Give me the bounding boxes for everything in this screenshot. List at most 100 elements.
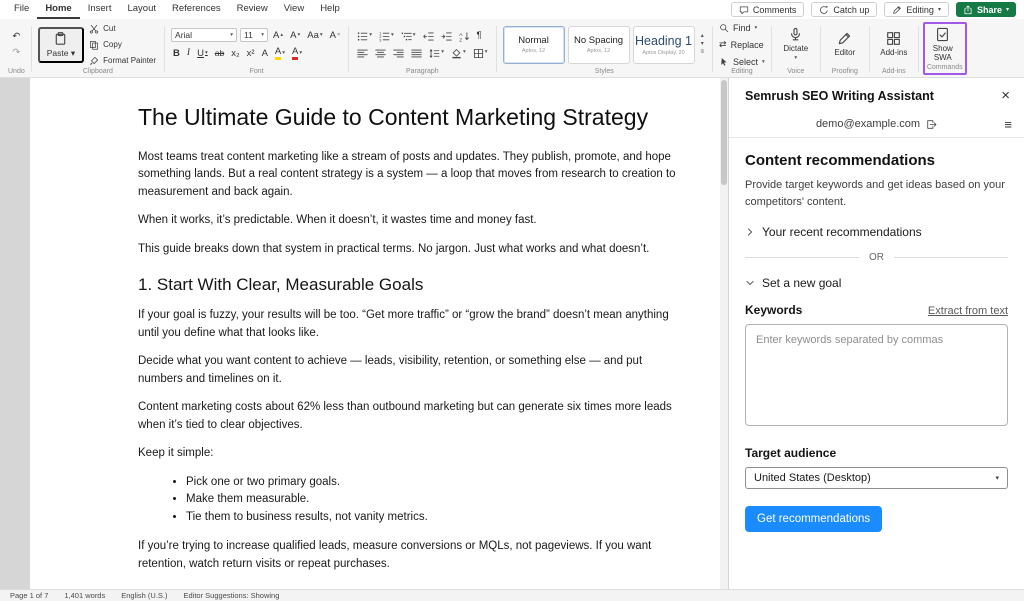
menu-tab-view[interactable]: View [276,0,312,19]
select-button[interactable]: Select ▾ [719,55,765,68]
style-no-spacing[interactable]: No Spacing Aptos, 12 [568,26,630,64]
format-painter-button[interactable]: Format Painter [87,55,158,67]
paragraph: If your goal is fuzzy, your results will… [138,307,686,342]
pencil-icon [892,5,902,15]
extract-from-text-link[interactable]: Extract from text [928,305,1008,317]
word-count-status[interactable]: 1,401 words [64,591,105,600]
paste-button[interactable]: Paste ▾ [38,27,84,63]
italic-button[interactable]: I [185,48,192,60]
recent-recommendations-toggle[interactable]: Your recent recommendations [745,225,922,239]
replace-button[interactable]: ⇄ Replace [719,38,765,51]
increase-indent-button[interactable] [439,30,454,43]
scrollbar-thumb[interactable] [721,80,727,185]
hamburger-menu-icon[interactable]: ≡ [1004,118,1012,131]
add-ins-button[interactable]: Add-ins [876,30,912,58]
font-family-select[interactable]: Arial▾ [171,28,237,42]
chevron-down-icon: ▾ [261,32,264,38]
target-audience-select[interactable]: United States (Desktop) ▾ [745,467,1008,489]
page-count-status[interactable]: Page 1 of 7 [10,591,48,600]
align-right-button[interactable] [391,47,406,60]
style-normal[interactable]: Normal Aptos, 12 [503,26,565,64]
justify-button[interactable] [409,47,424,60]
panel-title: Semrush SEO Writing Assistant [745,89,934,103]
underline-button[interactable]: U▾ [195,48,210,60]
menu-tab-file[interactable]: File [6,0,37,19]
document-scrollbar[interactable] [720,78,728,589]
menu-tab-review[interactable]: Review [229,0,276,19]
sort-button[interactable] [457,30,472,43]
menu-tab-references[interactable]: References [164,0,229,19]
shading-icon [451,48,462,59]
addins-group: Add-ins Add-ins [872,21,916,77]
menu-tab-home[interactable]: Home [37,0,79,19]
editor-suggestions-status[interactable]: Editor Suggestions: Showing [184,591,280,600]
paragraph: Decide what you want content to achieve … [138,353,686,388]
comments-label: Comments [753,5,797,15]
line-spacing-button[interactable]: ▾ [427,47,446,60]
shading-button[interactable]: ▾ [449,47,468,60]
copy-button[interactable]: Copy [87,39,158,51]
decrease-indent-icon [423,31,434,42]
document-page[interactable]: The Ultimate Guide to Content Marketing … [30,78,720,589]
comments-button[interactable]: Comments [731,2,805,17]
style-heading-1[interactable]: Heading 1 Aptos Display, 20 [633,26,695,64]
ribbon: ↶ ↷ Undo Paste ▾ Cut Copy [0,19,1024,78]
find-button[interactable]: Find ▾ [719,21,765,34]
editing-group: Find ▾ ⇄ Replace Select ▾ Editing [715,21,769,77]
cut-button[interactable]: Cut [87,23,158,35]
styles-gallery-expand-button[interactable]: ≡ [699,49,707,56]
font-size-select[interactable]: 11▾ [240,28,268,42]
menu-tab-insert[interactable]: Insert [80,0,120,19]
highlight-color-button[interactable]: A▾ [273,46,287,61]
close-icon[interactable]: × [1001,88,1010,103]
text-effects-button[interactable]: A [260,48,270,60]
add-ins-icon [886,31,901,46]
keywords-input[interactable] [745,324,1008,426]
microphone-icon [788,27,803,42]
undo-button[interactable]: ↶ [10,31,22,43]
language-status[interactable]: English (U.S.) [121,591,167,600]
font-color-button[interactable]: A▾ [290,46,304,61]
semrush-panel: Semrush SEO Writing Assistant × demo@exa… [728,78,1024,589]
chevron-down-icon: ▾ [230,32,233,38]
set-new-goal-toggle[interactable]: Set a new goal [745,276,841,290]
paragraph: If you’re trying to increase qualified l… [138,538,686,573]
multilevel-list-button[interactable]: ▾ [399,30,418,43]
strikethrough-button[interactable]: ab [213,48,226,59]
styles-gallery-up-button[interactable]: ▴ [699,33,707,40]
target-audience-label: Target audience [745,446,1008,460]
menu-tab-layout[interactable]: Layout [119,0,164,19]
document-title: The Ultimate Guide to Content Marketing … [138,104,686,131]
menu-tab-help[interactable]: Help [312,0,348,19]
editing-mode-button[interactable]: Editing ▾ [884,2,949,17]
numbered-list-button[interactable]: ▾ [377,30,396,43]
get-recommendations-button[interactable]: Get recommendations [745,506,882,532]
redo-button[interactable]: ↷ [10,47,22,59]
editor-button[interactable]: Editor [827,30,863,58]
styles-gallery-down-button[interactable]: ▾ [699,41,707,48]
align-left-button[interactable] [355,47,370,60]
share-button[interactable]: Share ▾ [956,2,1016,17]
subscript-button[interactable]: x₂ [229,48,241,60]
decrease-indent-button[interactable] [421,30,436,43]
select-cursor-icon [719,57,729,67]
change-case-button[interactable]: Aa▾ [305,30,324,42]
borders-button[interactable]: ▾ [471,47,490,60]
copy-icon [89,40,99,50]
grow-font-button[interactable]: A▴ [271,30,285,42]
paragraph: Most teams treat content marketing like … [138,149,686,201]
bold-button[interactable]: B [171,48,182,60]
catch-up-button[interactable]: Catch up [811,2,877,17]
clear-formatting-button[interactable]: A× [328,30,343,42]
shrink-font-button[interactable]: A▾ [288,30,302,42]
show-swa-button[interactable]: Show SWA [927,26,959,63]
superscript-button[interactable]: x² [245,48,257,60]
clipboard-group: Paste ▾ Cut Copy Format Painter [34,21,162,77]
show-formatting-button[interactable]: ¶ [475,30,484,42]
proofing-group: Editor Proofing [823,21,867,77]
catch-up-label: Catch up [833,5,869,15]
align-center-button[interactable] [373,47,388,60]
sign-out-button[interactable] [926,119,937,130]
bullet-list-button[interactable]: ▾ [355,30,374,43]
dictate-button[interactable]: Dictate ▾ [778,26,814,63]
